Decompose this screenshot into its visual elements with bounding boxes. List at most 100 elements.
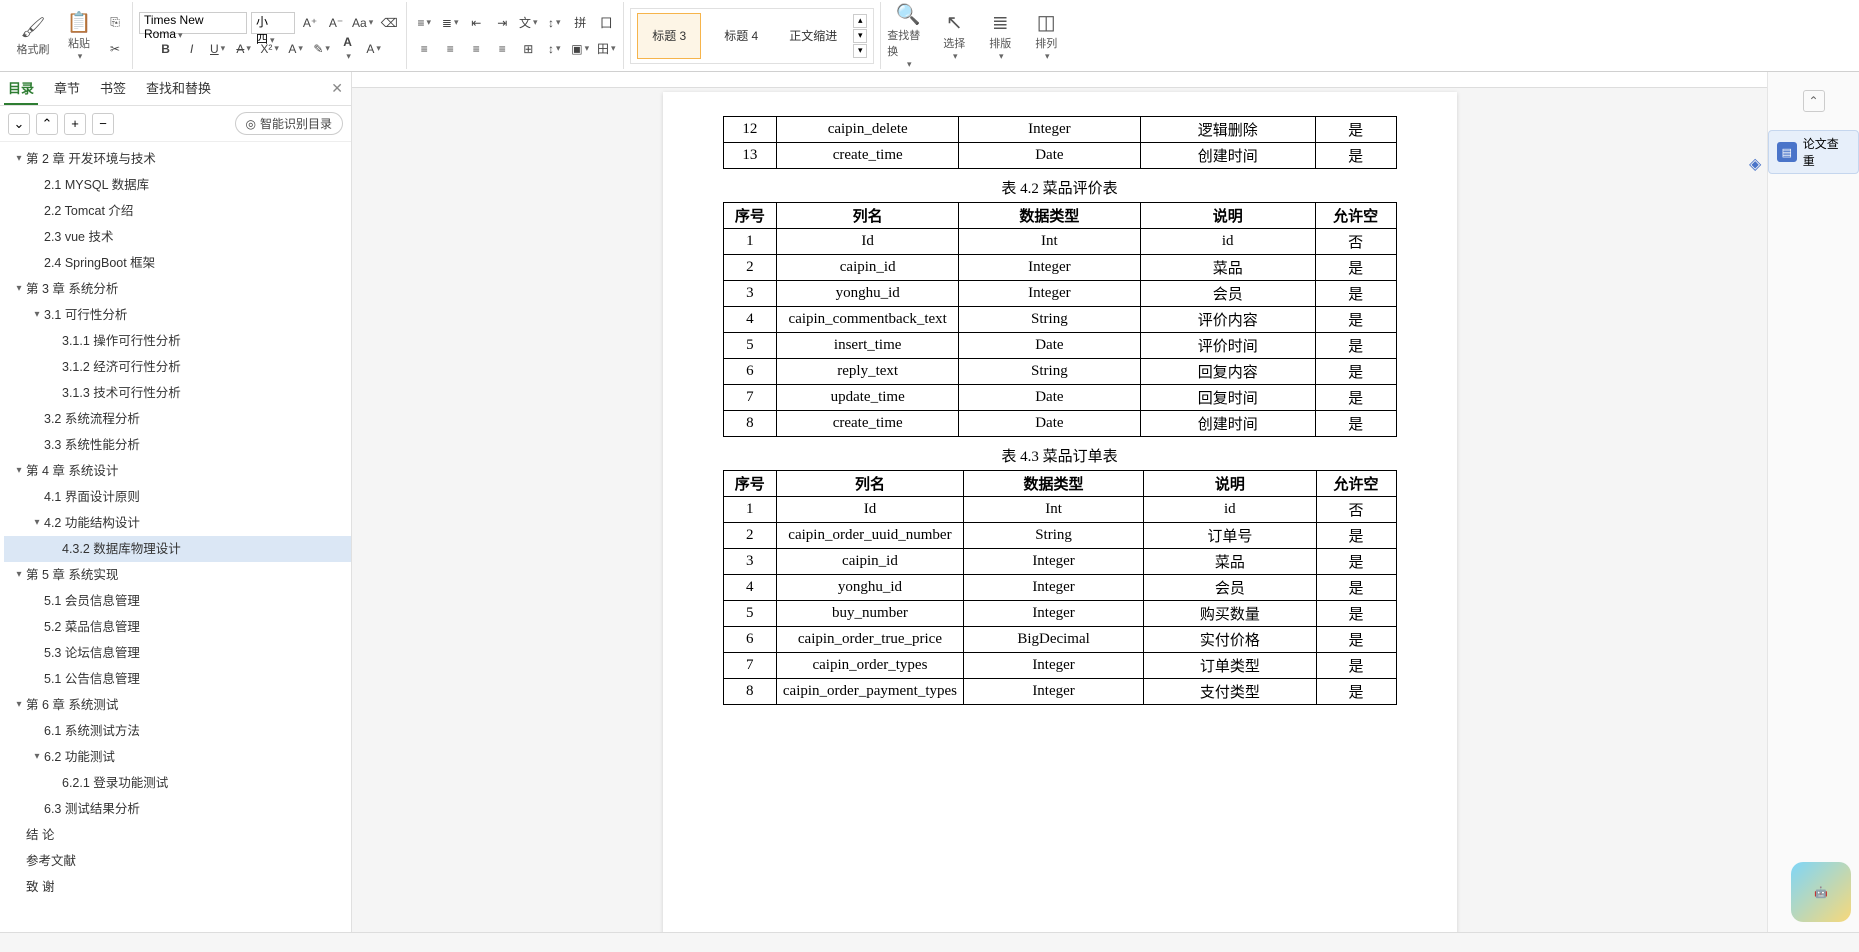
font-name-select[interactable]: Times New Roma [139,12,247,34]
table-prev-fragment: 12caipin_deleteInteger逻辑删除是13create_time… [723,116,1397,169]
toc-add-button[interactable]: + [64,113,86,135]
tab-bookmark[interactable]: 书签 [96,72,130,105]
sidebar-close-button[interactable]: ✕ [327,76,347,101]
fill-color-button[interactable]: ▣ [569,38,591,60]
copy-icon: ⎘ [110,15,120,30]
tab-toc[interactable]: 目录 [4,72,38,105]
table-cell: Integer [964,601,1144,627]
arrange-button[interactable]: ◫ 排列 [1025,10,1067,62]
border-char-button[interactable]: 囗 [595,12,617,34]
location-pin-icon[interactable]: ◈ [1749,154,1767,172]
table-cell: 是 [1315,255,1396,281]
toc-item[interactable]: 致 谢 [4,874,351,900]
toc-item[interactable]: 6.3 测试结果分析 [4,796,351,822]
toc-item[interactable]: 结 论 [4,822,351,848]
ruby-button[interactable]: 拼 [569,12,591,34]
document-canvas[interactable]: 12caipin_deleteInteger逻辑删除是13create_time… [352,72,1767,932]
toc-item[interactable]: ▾第 6 章 系统测试 [4,692,351,718]
toc-item[interactable]: 2.2 Tomcat 介绍 [4,198,351,224]
ai-assistant-button[interactable]: 🤖 [1791,862,1851,922]
toc-item[interactable]: 4.1 界面设计原则 [4,484,351,510]
change-case-button[interactable]: Aa [351,12,374,34]
find-replace-button[interactable]: 🔍 查找替换 [887,10,929,62]
shading-button[interactable]: A [363,38,385,60]
increase-font-button[interactable]: A⁺ [299,12,321,34]
italic-button[interactable]: I [181,38,203,60]
toc-item[interactable]: 5.1 会员信息管理 [4,588,351,614]
line-spacing-top-button[interactable]: ↕ [543,12,565,34]
toc-item[interactable]: 2.1 MYSQL 数据库 [4,172,351,198]
align-justify-button[interactable]: ≡ [491,38,513,60]
align-right-button[interactable]: ≡ [465,38,487,60]
style-expand[interactable]: ▾ [853,44,867,58]
copy-button[interactable]: ⎘ [104,12,126,34]
toc-item[interactable]: 6.2.1 登录功能测试 [4,770,351,796]
toc-item[interactable]: ▾第 2 章 开发环境与技术 [4,146,351,172]
distributed-button[interactable]: ⊞ [517,38,539,60]
text-effects-button[interactable]: A [285,38,307,60]
toc-expand-button[interactable]: ⌃ [36,113,58,135]
style-body-indent[interactable]: 正文缩进 [781,13,845,59]
toc-item[interactable]: 参考文献 [4,848,351,874]
plagiarism-check-button[interactable]: ▤ 论文查重 [1768,130,1859,174]
toc-item-label: 第 5 章 系统实现 [26,565,118,585]
toc-tree[interactable]: ▾第 2 章 开发环境与技术2.1 MYSQL 数据库2.2 Tomcat 介绍… [0,142,351,932]
collapse-right-panel-button[interactable]: ⌃ [1803,90,1825,112]
bold-button[interactable]: B [155,38,177,60]
font-color-button[interactable]: A [337,38,359,60]
toc-item[interactable]: 3.1.1 操作可行性分析 [4,328,351,354]
toc-item[interactable]: ▾4.2 功能结构设计 [4,510,351,536]
toc-remove-button[interactable]: − [92,113,114,135]
number-list-button[interactable]: ≣ [439,12,461,34]
toc-item[interactable]: 3.3 系统性能分析 [4,432,351,458]
strike-button[interactable]: A [233,38,255,60]
toc-item[interactable]: 2.3 vue 技术 [4,224,351,250]
style-scroll-up[interactable]: ▴ [853,14,867,28]
underline-button[interactable]: U [207,38,229,60]
decrease-font-button[interactable]: A⁻ [325,12,347,34]
table-cell: 6 [723,359,777,385]
font-size-select[interactable]: 小四 [251,12,295,34]
toc-item[interactable]: ▾第 5 章 系统实现 [4,562,351,588]
text-direction-button[interactable]: 文 [517,12,539,34]
line-spacing-button[interactable]: ↕ [543,38,565,60]
toc-item[interactable]: 5.3 论坛信息管理 [4,640,351,666]
toc-item[interactable]: 5.2 菜品信息管理 [4,614,351,640]
document-page: 12caipin_deleteInteger逻辑删除是13create_time… [663,92,1457,932]
toc-collapse-button[interactable]: ⌄ [8,113,30,135]
toc-item[interactable]: ▾6.2 功能测试 [4,744,351,770]
bullet-list-button[interactable]: ≡ [413,12,435,34]
align-left-button[interactable]: ≡ [413,38,435,60]
style-heading4[interactable]: 标题 4 [709,13,773,59]
toc-item[interactable]: 2.4 SpringBoot 框架 [4,250,351,276]
highlight-button[interactable]: ✎ [311,38,333,60]
toc-item[interactable]: 3.1.2 经济可行性分析 [4,354,351,380]
table-cell: yonghu_id [777,281,959,307]
tab-find[interactable]: 查找和替换 [142,72,215,105]
tab-chapter[interactable]: 章节 [50,72,84,105]
table-cell: String [964,523,1144,549]
sort-button[interactable]: ≣ 排版 [979,10,1021,62]
style-scroll-down[interactable]: ▾ [853,29,867,43]
clear-format-button[interactable]: ⌫ [378,12,400,34]
toc-item[interactable]: ▾3.1 可行性分析 [4,302,351,328]
align-center-button[interactable]: ≡ [439,38,461,60]
paste-button[interactable]: 📋 粘贴 [58,10,100,62]
smart-toc-button[interactable]: ◎智能识别目录 [235,112,344,135]
format-painter-button[interactable]: 🖌 格式刷 [12,10,54,62]
table-cell: 是 [1315,411,1396,437]
toc-item[interactable]: 3.2 系统流程分析 [4,406,351,432]
table-cell: String [959,307,1141,333]
toc-item[interactable]: 4.3.2 数据库物理设计 [4,536,351,562]
increase-indent-button[interactable]: ⇥ [491,12,513,34]
borders-button[interactable]: 田 [595,38,617,60]
cut-button[interactable]: ✂ [104,38,126,60]
toc-item[interactable]: ▾第 4 章 系统设计 [4,458,351,484]
select-button[interactable]: ↖ 选择 [933,10,975,62]
toc-item[interactable]: 6.1 系统测试方法 [4,718,351,744]
style-heading3[interactable]: 标题 3 [637,13,701,59]
decrease-indent-button[interactable]: ⇤ [465,12,487,34]
toc-item[interactable]: 5.1 公告信息管理 [4,666,351,692]
toc-item[interactable]: ▾第 3 章 系统分析 [4,276,351,302]
toc-item[interactable]: 3.1.3 技术可行性分析 [4,380,351,406]
